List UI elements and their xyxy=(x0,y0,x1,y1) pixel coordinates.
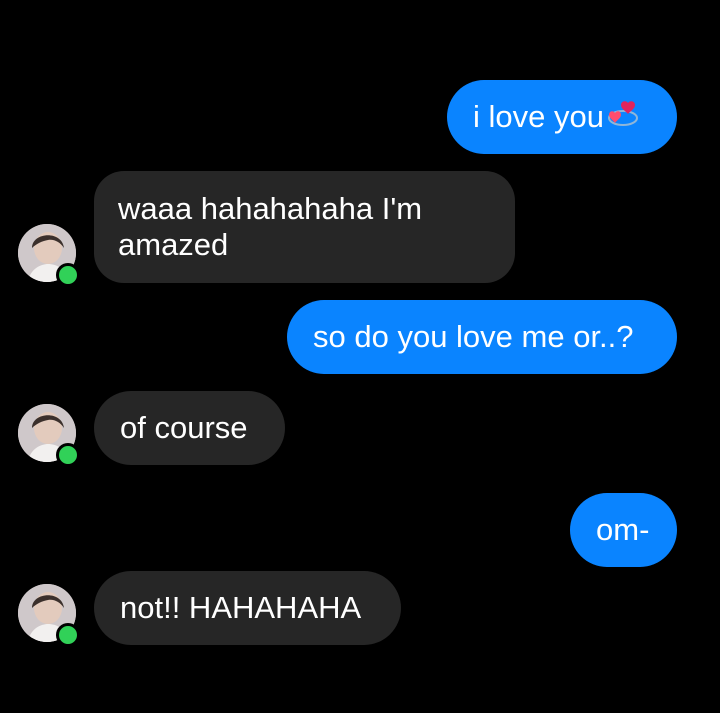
sent-message[interactable]: om- xyxy=(570,493,677,567)
message-thread: i love you waaa hahahahaha I'm amazed so… xyxy=(0,0,720,713)
message-text: om- xyxy=(596,512,650,547)
message-text: not!! HAHAHAHA xyxy=(120,590,362,625)
sent-message[interactable]: so do you love me or..? xyxy=(287,300,677,374)
online-status-indicator xyxy=(56,623,80,647)
online-status-indicator xyxy=(56,443,80,467)
received-message[interactable]: of course xyxy=(94,391,285,465)
received-message[interactable]: waaa hahahahaha I'm amazed xyxy=(94,171,515,283)
sent-message[interactable]: i love you xyxy=(447,80,677,154)
message-text: i love you xyxy=(473,99,604,134)
received-message[interactable]: not!! HAHAHAHA xyxy=(94,571,401,645)
revolving-hearts-emoji xyxy=(606,100,640,138)
online-status-indicator xyxy=(56,263,80,287)
message-text: so do you love me or..? xyxy=(313,319,634,354)
message-text: of course xyxy=(120,410,248,445)
message-text: waaa hahahahaha I'm amazed xyxy=(118,191,423,262)
